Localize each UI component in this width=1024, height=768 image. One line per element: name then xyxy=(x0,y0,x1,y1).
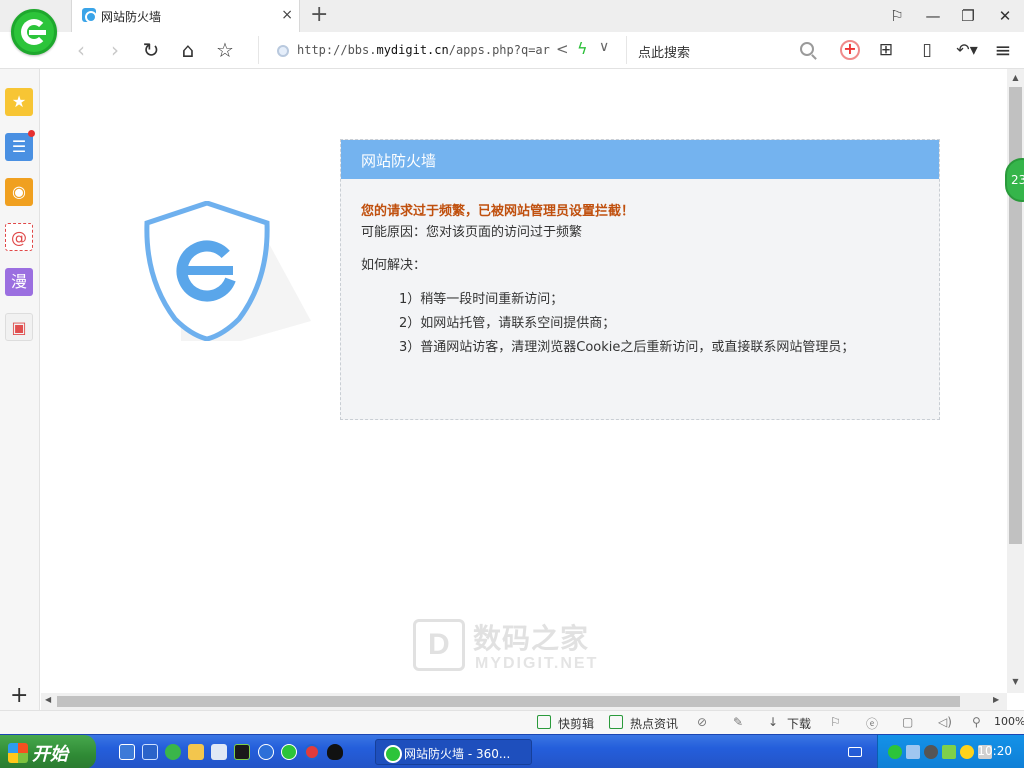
sidebar: ★ ☰ ◉ @ 漫 ▣ + xyxy=(0,69,40,711)
reload-button[interactable]: ↻ xyxy=(138,38,164,62)
scroll-down-arrow-icon[interactable]: ▼ xyxy=(1007,677,1024,686)
tab-bar: 网站防火墙 × + ⚐ — ❐ ✕ xyxy=(0,0,1024,32)
clean-icon[interactable]: ✎ xyxy=(733,715,743,729)
tab-active[interactable]: 网站防火墙 × xyxy=(71,0,300,32)
sidebar-add-button[interactable]: + xyxy=(10,685,28,707)
taskbar: 开始 网站防火墙 - 360... 10:20 xyxy=(0,734,1024,768)
solution-step: 3）普通网站访客，清理浏览器Cookie之后重新访问，或直接联系网站管理员； xyxy=(399,340,855,355)
mobile-icon[interactable]: ▯ xyxy=(914,38,940,62)
solution-heading: 如何解决： xyxy=(361,258,427,273)
status-bar: 快剪辑 热点资讯 ⊘ ✎ ↓ 下载 ⚐ ⓔ ▢ ◁) ⚲ 100% xyxy=(0,710,1024,734)
firewall-notice-header: 网站防火墙 xyxy=(341,140,939,179)
quicklaunch-player-icon[interactable] xyxy=(304,744,320,760)
solution-step: 1）稍等一段时间重新访问； xyxy=(399,292,564,307)
quicklaunch-viewer-icon[interactable] xyxy=(211,744,227,760)
quicklaunch-qq-icon[interactable] xyxy=(327,744,343,760)
apps-grid-icon[interactable]: ⊞ xyxy=(873,38,899,62)
sidebar-news-icon[interactable]: ☰ xyxy=(5,130,35,161)
quicklaunch-wechat-icon[interactable] xyxy=(165,744,181,760)
new-tab-button[interactable]: + xyxy=(310,3,328,27)
tray-security-icon[interactable] xyxy=(960,745,974,759)
sidebar-game-icon[interactable]: ▣ xyxy=(5,313,33,341)
back-button[interactable]: ‹ xyxy=(68,38,94,62)
tab-title: 网站防火墙 xyxy=(101,10,162,24)
skin-icon[interactable]: ⚐ xyxy=(884,4,910,28)
screen: 网站防火墙 × + ⚐ — ❐ ✕ ‹ › ↻ ⌂ ☆ http://bbs.m… xyxy=(0,0,1024,768)
keyboard-icon[interactable] xyxy=(848,747,862,757)
quicklaunch-kugou-icon[interactable] xyxy=(258,744,274,760)
browser-logo-icon[interactable] xyxy=(11,9,57,55)
sidebar-weibo-icon[interactable]: ◉ xyxy=(5,178,33,206)
taskbar-window-button[interactable]: 网站防火墙 - 360... xyxy=(375,739,532,765)
taskbar-clock[interactable]: 10:20 xyxy=(977,744,1012,758)
undo-close-tab-icon[interactable]: ↶▾ xyxy=(950,38,984,62)
download-icon[interactable]: ↓ xyxy=(768,715,778,729)
solution-step: 2）如网站托管，请联系空间提供商； xyxy=(399,316,616,331)
search-box[interactable]: 点此搜索 xyxy=(626,36,816,64)
zoom-icon[interactable]: ⚲ xyxy=(972,715,981,729)
hot-news-button[interactable]: 热点资讯 xyxy=(630,715,678,732)
watermark-cn-text: 数码之家 xyxy=(473,622,590,655)
quicklaunch-folder-icon[interactable] xyxy=(188,744,204,760)
speed-mode-icon[interactable]: ϟ xyxy=(577,39,588,58)
search-placeholder[interactable]: 点此搜索 xyxy=(638,42,690,61)
flag-icon[interactable]: ⚐ xyxy=(830,715,841,729)
block-warning-text: 您的请求过于频繁，已被网站管理员设置拦截！ xyxy=(361,204,635,219)
quicklaunch-desktop-icon[interactable] xyxy=(142,744,158,760)
quicklaunch-gpu-icon[interactable] xyxy=(234,744,250,760)
tab-close-icon[interactable]: × xyxy=(281,6,293,24)
sound-icon[interactable]: ◁) xyxy=(938,715,952,729)
system-tray: 10:20 xyxy=(877,735,1024,768)
maximize-button[interactable]: ❐ xyxy=(955,4,981,28)
mydigit-logo-icon xyxy=(413,619,465,671)
sidebar-favorites-icon[interactable]: ★ xyxy=(5,88,33,116)
navigation-bar: ‹ › ↻ ⌂ ☆ http://bbs.mydigit.cn/apps.php… xyxy=(0,32,1024,69)
firewall-shield-icon xyxy=(144,201,311,341)
mydigit-watermark: 数码之家 MYDIGIT.NET xyxy=(413,617,609,677)
scroll-right-arrow-icon[interactable]: ▶ xyxy=(993,695,999,704)
scroll-left-arrow-icon[interactable]: ◀ xyxy=(45,695,51,704)
address-bar[interactable]: http://bbs.mydigit.cn/apps.php?q=ar < ϟ … xyxy=(258,36,618,64)
ie-mode-icon[interactable]: ⓔ xyxy=(866,715,878,732)
main-menu-icon[interactable]: ≡ xyxy=(990,38,1016,62)
tray-nvidia-icon[interactable] xyxy=(942,745,956,759)
site-info-icon[interactable] xyxy=(277,45,289,57)
page-content: 网站防火墙 您的请求过于频繁，已被网站管理员设置拦截！ 可能原因：您对该页面的访… xyxy=(41,69,1007,693)
scroll-up-arrow-icon[interactable]: ▲ xyxy=(1007,73,1024,82)
hot-news-icon[interactable] xyxy=(609,715,623,729)
forward-button[interactable]: › xyxy=(102,38,128,62)
quick-clip-icon[interactable] xyxy=(537,715,551,729)
horizontal-scroll-thumb[interactable] xyxy=(57,696,960,707)
close-window-button[interactable]: ✕ xyxy=(992,4,1018,28)
search-icon[interactable] xyxy=(800,42,814,56)
url-text[interactable]: http://bbs.mydigit.cn/apps.php?q=ar xyxy=(297,43,550,57)
chevron-down-icon[interactable]: ∨ xyxy=(599,39,609,55)
accelerate-icon[interactable]: ⊘ xyxy=(697,715,707,729)
home-button[interactable]: ⌂ xyxy=(175,38,201,62)
quicklaunch-360browser-icon[interactable] xyxy=(281,744,297,760)
tray-360-icon[interactable] xyxy=(888,745,902,759)
start-button[interactable]: 开始 xyxy=(0,735,96,768)
firewall-favicon-icon xyxy=(82,8,97,23)
zoom-level[interactable]: 100% xyxy=(994,715,1024,728)
bookmark-star-button[interactable]: ☆ xyxy=(212,38,238,62)
quicklaunch-ie-icon[interactable] xyxy=(119,744,135,760)
windows-flag-icon xyxy=(8,743,28,763)
download-button[interactable]: 下载 xyxy=(787,715,811,732)
floating-speed-badge[interactable]: 23 xyxy=(1005,158,1024,202)
sidebar-mail-icon[interactable]: @ xyxy=(5,223,33,251)
minimize-button[interactable]: — xyxy=(920,4,946,28)
tray-audio-icon[interactable] xyxy=(924,745,938,759)
horizontal-scrollbar[interactable]: ◀ ▶ xyxy=(41,693,1007,710)
share-icon[interactable]: < xyxy=(556,40,569,58)
window-icon[interactable]: ▢ xyxy=(902,715,913,729)
vertical-scroll-thumb[interactable] xyxy=(1009,87,1022,544)
quick-clip-button[interactable]: 快剪辑 xyxy=(558,715,594,732)
tray-network-icon[interactable] xyxy=(906,745,920,759)
security-guard-icon[interactable] xyxy=(840,39,860,60)
sidebar-manga-icon[interactable]: 漫 xyxy=(5,268,33,296)
block-reason-text: 可能原因：您对该页面的访问过于频繁 xyxy=(361,225,583,240)
firewall-notice-box: 网站防火墙 您的请求过于频繁，已被网站管理员设置拦截！ 可能原因：您对该页面的访… xyxy=(340,139,940,420)
watermark-en-text: MYDIGIT.NET xyxy=(475,655,599,672)
